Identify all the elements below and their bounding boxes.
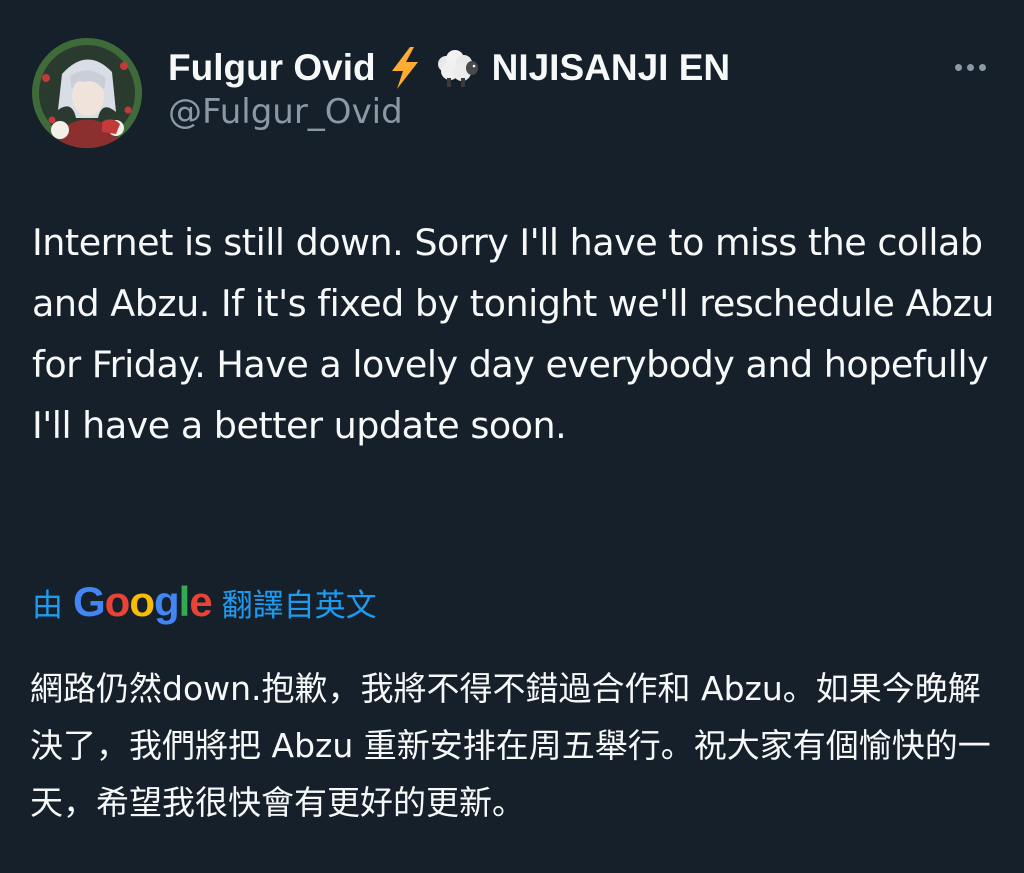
more-dot-icon — [966, 63, 974, 71]
tweet-text: Internet is still down. Sorry I'll have … — [32, 221, 994, 447]
display-name[interactable]: Fulgur Ovid NIJISANJI EN — [168, 42, 730, 94]
translation-prefix: 由 — [32, 587, 63, 624]
author-handle[interactable]: @Fulgur_Ovid — [168, 92, 403, 132]
more-dot-icon — [954, 63, 962, 71]
translation-attribution[interactable]: 由 Google 翻譯自英文 — [32, 576, 377, 628]
translation-suffix: 翻譯自英文 — [221, 587, 377, 624]
lightning-emoji-icon — [388, 47, 422, 89]
avatar-image — [32, 38, 142, 148]
translated-text: 網路仍然down.抱歉，我將不得不錯過合作和 Abzu。如果今晚解決了，我們將把… — [30, 669, 991, 822]
tweet: Fulgur Ovid NIJISANJI EN @Fulgur_Ovid In… — [0, 0, 1024, 873]
author-name: Fulgur Ovid — [168, 47, 376, 88]
more-dot-icon — [978, 63, 986, 71]
google-logo: Google — [73, 578, 213, 625]
sheep-emoji-icon — [434, 48, 480, 88]
author-affiliation: NIJISANJI EN — [491, 47, 731, 88]
avatar[interactable] — [32, 38, 142, 148]
more-options-button[interactable] — [946, 52, 994, 82]
